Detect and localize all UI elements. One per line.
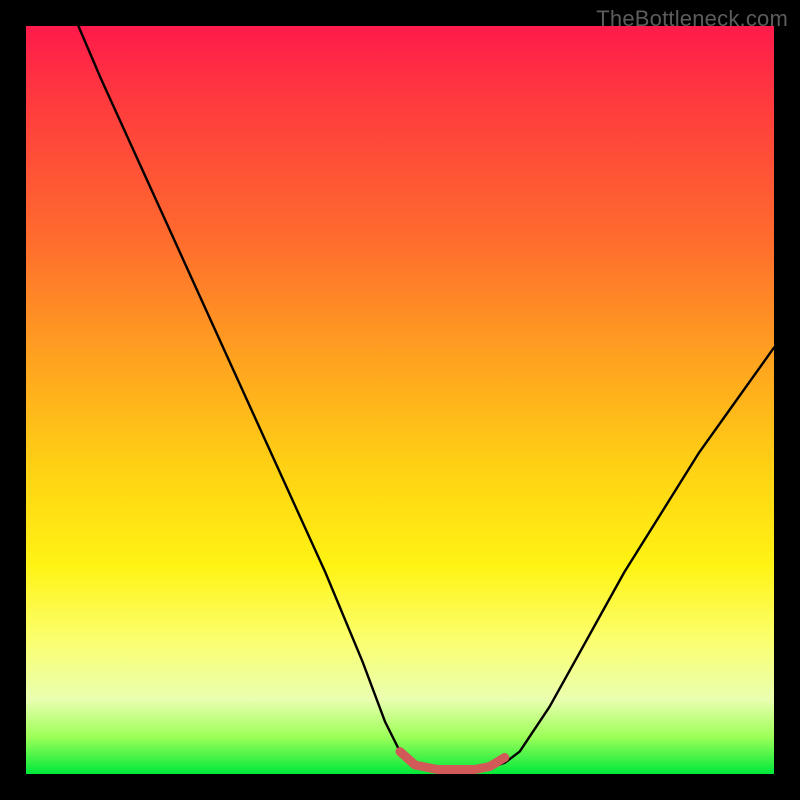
plot-area <box>26 26 774 774</box>
curve-layer <box>26 26 774 774</box>
watermark-text: TheBottleneck.com <box>596 6 788 32</box>
accent-tip <box>400 752 505 770</box>
main-curve <box>78 26 774 770</box>
chart-frame: TheBottleneck.com <box>0 0 800 800</box>
